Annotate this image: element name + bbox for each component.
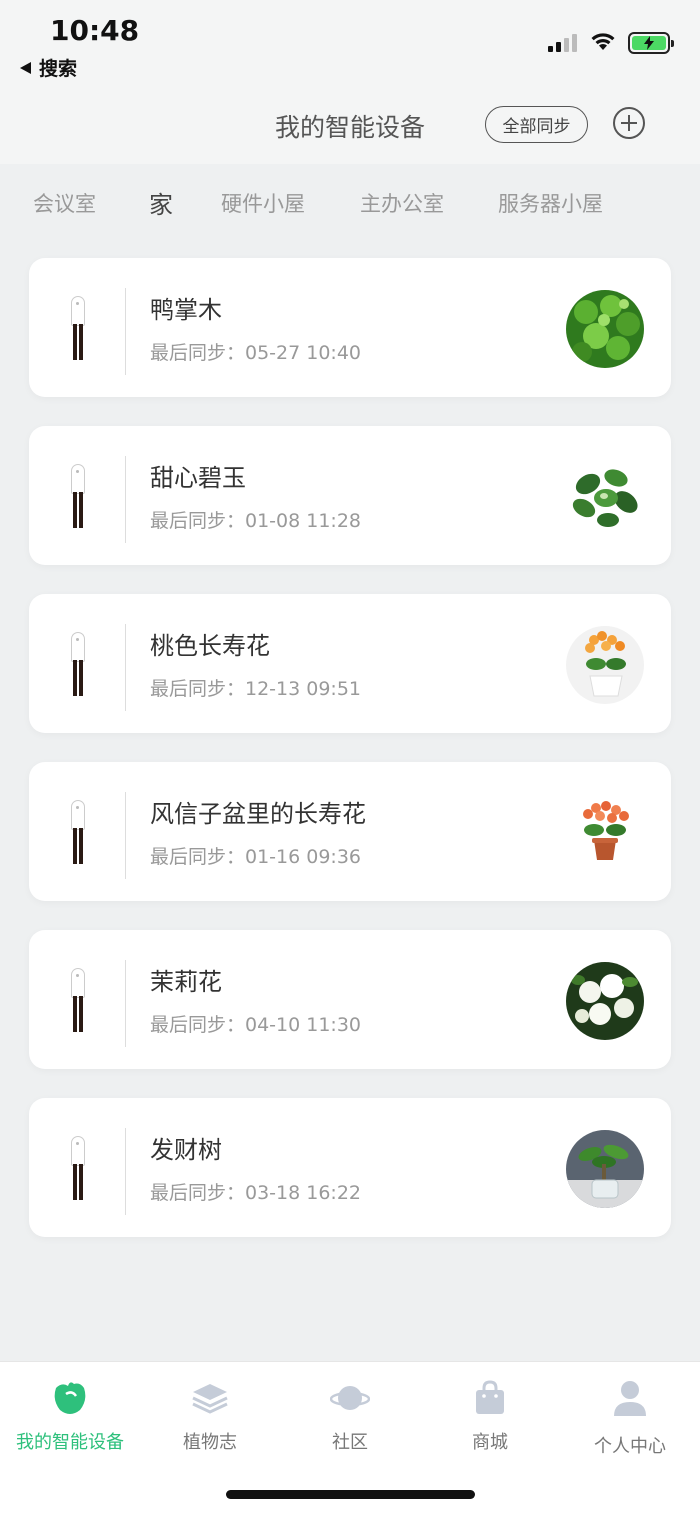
page-title: 我的智能设备: [274, 113, 425, 142]
card-divider: [125, 456, 126, 543]
nav-label: 个人中心: [594, 1436, 666, 1457]
home-indicator: [226, 1490, 475, 1499]
back-to-search-link[interactable]: 搜索: [20, 54, 77, 81]
last-sync-time: 最后同步：01-16 09:36: [150, 846, 362, 868]
sensor-icon: [71, 296, 85, 360]
nav-label: 商城: [472, 1432, 508, 1453]
sensor-icon: [71, 632, 85, 696]
nav-label: 植物志: [183, 1432, 237, 1453]
nav-label: 社区: [332, 1432, 368, 1453]
tab-meeting-room[interactable]: 会议室: [33, 188, 96, 218]
sensor-icon: [71, 968, 85, 1032]
tab-home[interactable]: 家: [149, 185, 173, 220]
plant-name: 风信子盆里的长寿花: [150, 800, 366, 828]
last-sync-time: 最后同步：03-18 16:22: [150, 1182, 362, 1204]
last-sync-time: 最后同步：04-10 11:30: [150, 1014, 362, 1036]
device-card[interactable]: 甜心碧玉 最后同步：01-08 11:28: [29, 426, 671, 565]
tab-main-office[interactable]: 主办公室: [360, 188, 444, 218]
back-arrow-icon: [20, 61, 31, 74]
nav-plant-encyclopedia[interactable]: 植物志: [140, 1378, 280, 1454]
nav-profile[interactable]: 个人中心: [560, 1378, 700, 1458]
card-divider: [125, 624, 126, 711]
nav-community[interactable]: 社区: [280, 1378, 420, 1454]
plant-name: 鸭掌木: [150, 296, 222, 324]
sync-all-button[interactable]: 全部同步: [485, 106, 588, 143]
nav-store[interactable]: 商城: [420, 1378, 560, 1454]
plant-photo: [566, 290, 644, 368]
tab-server-hut[interactable]: 服务器小屋: [498, 188, 603, 218]
sensor-icon: [71, 800, 85, 864]
device-card[interactable]: 鸭掌木 最后同步：05-27 10:40: [29, 258, 671, 397]
device-card[interactable]: 茉莉花 最后同步：04-10 11:30: [29, 930, 671, 1069]
signal-icon: [548, 34, 577, 52]
person-icon: [610, 1378, 650, 1418]
sensor-icon: [71, 1136, 85, 1200]
status-time: 10:48: [50, 14, 140, 47]
last-sync-time: 最后同步：12-13 09:51: [150, 678, 362, 700]
card-divider: [125, 792, 126, 879]
app-header: 我的智能设备 全部同步: [0, 90, 700, 164]
device-card[interactable]: 发财树 最后同步：03-18 16:22: [29, 1098, 671, 1237]
status-bar: 10:48 搜索: [0, 0, 700, 90]
plant-photo: [566, 794, 644, 872]
nav-label: 我的智能设备: [16, 1432, 124, 1453]
sensor-icon: [71, 464, 85, 528]
device-card[interactable]: 风信子盆里的长寿花 最后同步：01-16 09:36: [29, 762, 671, 901]
plant-photo: [566, 1130, 644, 1208]
plant-photo: [566, 962, 644, 1040]
plant-name: 桃色长寿花: [150, 632, 270, 660]
tab-hardware-hut[interactable]: 硬件小屋: [221, 188, 305, 218]
card-divider: [125, 1128, 126, 1215]
plus-circle-icon[interactable]: [613, 107, 645, 139]
last-sync-time: 最后同步：05-27 10:40: [150, 342, 362, 364]
last-sync-time: 最后同步：01-08 11:28: [150, 510, 362, 532]
plant-photo: [566, 626, 644, 704]
wifi-icon: [591, 33, 615, 50]
plant-photo: [566, 458, 644, 536]
card-divider: [125, 960, 126, 1047]
plant-name: 茉莉花: [150, 968, 222, 996]
device-card[interactable]: 桃色长寿花 最后同步：12-13 09:51: [29, 594, 671, 733]
back-label: 搜索: [39, 58, 78, 80]
shopping-bag-icon: [470, 1378, 510, 1418]
planet-icon: [329, 1378, 371, 1418]
nav-my-devices[interactable]: 我的智能设备: [0, 1378, 140, 1454]
plant-name: 发财树: [150, 1136, 222, 1164]
plant-bulb-icon: [50, 1378, 90, 1418]
plant-name: 甜心碧玉: [150, 464, 246, 492]
layers-icon: [190, 1378, 230, 1418]
card-divider: [125, 288, 126, 375]
room-tabs: 会议室 家 硬件小屋 主办公室 服务器小屋: [0, 164, 700, 236]
battery-charging-icon: [628, 32, 674, 54]
